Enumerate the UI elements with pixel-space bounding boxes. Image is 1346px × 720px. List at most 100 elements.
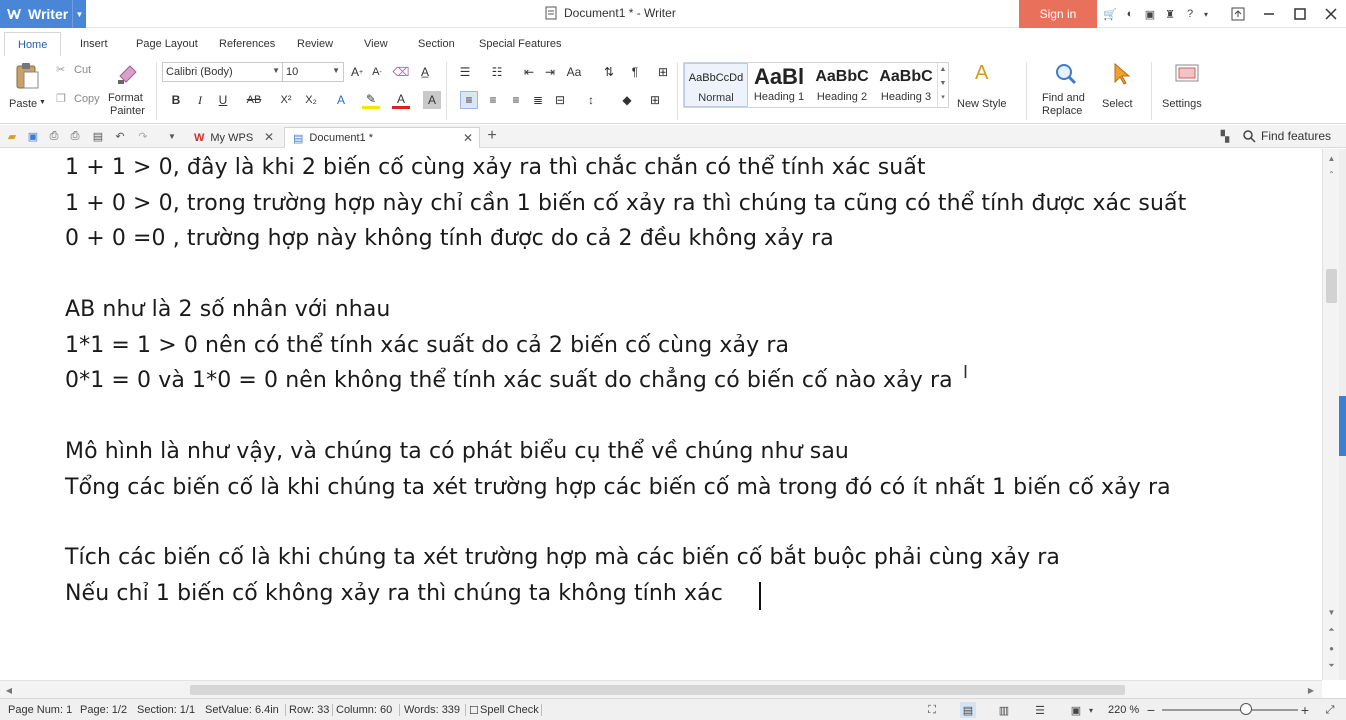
maximize-icon[interactable]	[1284, 0, 1315, 28]
redo-icon[interactable]: ↷	[136, 129, 150, 143]
previous-page-icon[interactable]: ⏶	[1323, 623, 1340, 637]
strikethrough-icon[interactable]: AB	[245, 91, 263, 109]
close-icon[interactable]	[1315, 0, 1346, 28]
superscript-icon[interactable]: X²	[277, 91, 295, 109]
zoom-level[interactable]: 220 %	[1108, 704, 1139, 716]
scroll-down-icon[interactable]: ▼	[1323, 605, 1340, 619]
tab-document1[interactable]: ▤ Document1 * ✕	[284, 127, 480, 148]
status-spell-check[interactable]: Spell Check	[480, 704, 539, 716]
skin-icon[interactable]: ◐	[1122, 6, 1138, 22]
new-style-button[interactable]: A New Style	[955, 60, 1019, 120]
zoom-slider-handle[interactable]	[1240, 703, 1252, 715]
distributed-icon[interactable]: ⊟	[551, 91, 569, 109]
horizontal-scroll-thumb[interactable]	[190, 685, 1125, 695]
styles-scroll[interactable]: ▲ ▼ ▾	[937, 63, 948, 107]
scroll-up-icon[interactable]: ▲	[1323, 151, 1340, 165]
save-icon[interactable]: ▣	[26, 129, 40, 143]
print-preview-icon[interactable]: ⎙	[47, 129, 61, 143]
numbering-icon[interactable]: ☷	[488, 63, 506, 81]
scroll-left-icon[interactable]: ◀	[2, 683, 16, 697]
vertical-scroll-thumb[interactable]	[1326, 269, 1337, 303]
style-normal[interactable]: AaBbCcDd Normal	[684, 63, 748, 107]
new-tab-icon[interactable]: +	[485, 127, 499, 144]
eye-protection-icon[interactable]: ▣	[1068, 702, 1084, 718]
sort-icon[interactable]: ⇅	[600, 63, 618, 81]
copy-button[interactable]: ❐ Copy	[56, 91, 104, 109]
zoom-slider-track[interactable]	[1162, 709, 1298, 711]
tab-review[interactable]: Review	[297, 38, 333, 50]
change-case-icon[interactable]: Aa	[565, 63, 583, 81]
style-heading-2[interactable]: AaBbC Heading 2	[810, 63, 874, 107]
italic-icon[interactable]: I	[191, 91, 209, 109]
cut-button[interactable]: ✂ Cut	[56, 62, 101, 80]
grow-font-icon[interactable]: A +	[348, 63, 366, 81]
settings-button[interactable]: Settings	[1158, 60, 1214, 120]
export-pdf-icon[interactable]: ▤	[91, 129, 105, 143]
highlight-icon[interactable]: ✎	[362, 91, 380, 109]
select-button[interactable]: Select	[1098, 60, 1144, 120]
scroll-right-icon[interactable]: ▶	[1304, 683, 1318, 697]
scroll-up-page-icon[interactable]: ⌃	[1323, 167, 1340, 181]
restore-ribbon-icon[interactable]	[1222, 0, 1253, 28]
increase-indent-icon[interactable]: ⇥	[541, 63, 559, 81]
text-effects-icon[interactable]: A̲	[416, 63, 434, 81]
tab-page-layout[interactable]: Page Layout	[136, 38, 198, 50]
table-icon[interactable]: ⊞	[654, 63, 672, 81]
document-canvas[interactable]: 1 + 1 > 0, đây là khi 2 biến cố cùng xảy…	[0, 149, 1322, 680]
print-layout-icon[interactable]: ▤	[960, 702, 976, 718]
zoom-out-icon[interactable]: −	[1143, 702, 1159, 718]
tab-view[interactable]: View	[364, 38, 388, 50]
help-dropdown-icon[interactable]: ▾	[1202, 6, 1210, 22]
horizontal-scrollbar[interactable]: ◀ ▶	[0, 680, 1322, 698]
text-effect-icon[interactable]: A	[332, 91, 350, 109]
gift-icon[interactable]: ▣	[1142, 6, 1158, 22]
align-center-icon[interactable]: ≡	[484, 91, 502, 109]
app-menu-button[interactable]: Writer ▼	[0, 0, 86, 28]
shading-icon[interactable]: ◆	[618, 91, 636, 109]
vertical-scrollbar[interactable]: ▲ ⌃ ▼ ⏶ ● ⏷	[1322, 149, 1339, 680]
subscript-icon[interactable]: X₂	[302, 91, 320, 109]
tab-section[interactable]: Section	[418, 38, 455, 50]
underline-icon[interactable]: U	[214, 91, 232, 109]
style-heading-1[interactable]: AaBl Heading 1	[748, 63, 810, 107]
tab-special-features[interactable]: Special Features	[479, 38, 562, 50]
web-layout-icon[interactable]: ▥	[996, 702, 1012, 718]
font-color-icon[interactable]: A	[392, 91, 410, 109]
open-icon[interactable]: ▰	[5, 129, 19, 143]
status-words[interactable]: Words: 339	[404, 704, 460, 716]
font-size-select[interactable]: 10 ▼	[282, 62, 344, 82]
zoom-in-icon[interactable]: +	[1297, 702, 1313, 718]
close-tab-icon[interactable]: ✕	[264, 130, 274, 144]
close-tab-icon[interactable]: ✕	[463, 131, 473, 145]
bold-icon[interactable]: B	[167, 91, 185, 109]
shrink-font-icon[interactable]: A-	[368, 63, 386, 81]
full-screen-icon[interactable]: ⛶	[924, 702, 940, 718]
spell-check-checkbox-icon[interactable]: ☐	[469, 704, 479, 717]
pin-toolbar-icon[interactable]: ▚	[1218, 129, 1232, 143]
undo-icon[interactable]: ↶	[113, 129, 127, 143]
decrease-indent-icon[interactable]: ⇤	[520, 63, 538, 81]
bullets-icon[interactable]: ☰	[456, 63, 474, 81]
character-shading-icon[interactable]: A	[423, 91, 441, 109]
minimize-icon[interactable]	[1253, 0, 1284, 28]
format-painter-button[interactable]: Format Painter	[106, 60, 150, 120]
cart-icon[interactable]: 🛒	[1102, 6, 1118, 22]
style-heading-3[interactable]: AaBbC Heading 3	[874, 63, 938, 107]
tab-home[interactable]: Home	[4, 32, 62, 56]
find-replace-button[interactable]: Find and Replace	[1038, 60, 1094, 120]
align-right-icon[interactable]: ≡	[507, 91, 525, 109]
customize-quick-access-icon[interactable]: ▼	[165, 129, 179, 143]
tab-references[interactable]: References	[219, 38, 275, 50]
clear-format-icon[interactable]: ⌫	[392, 63, 410, 81]
tab-my-wps[interactable]: W My WPS ✕	[186, 127, 280, 148]
tab-insert[interactable]: Insert	[80, 38, 108, 50]
sign-in-button[interactable]: Sign in	[1019, 0, 1097, 28]
font-name-select[interactable]: Calibri (Body) ▼	[162, 62, 284, 82]
show-marks-icon[interactable]: ¶	[626, 63, 644, 81]
find-features-button[interactable]: Find features	[1243, 129, 1331, 143]
select-browse-object-icon[interactable]: ●	[1323, 641, 1340, 655]
line-spacing-icon[interactable]: ↕	[582, 91, 600, 109]
fit-page-icon[interactable]: ⤢	[1322, 702, 1338, 718]
view-dropdown-icon[interactable]: ▾	[1083, 702, 1099, 718]
app-menu-dropdown-icon[interactable]: ▼	[72, 0, 86, 28]
